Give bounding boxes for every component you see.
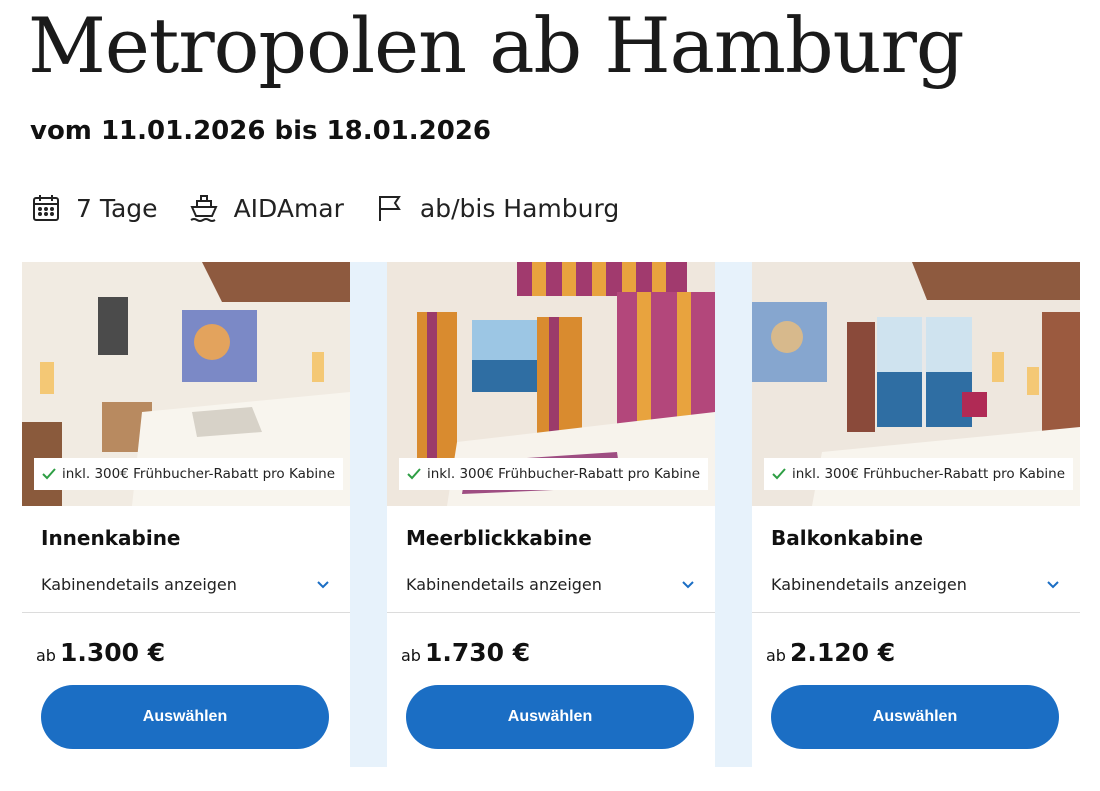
meta-route: ab/bis Hamburg — [374, 192, 619, 224]
cabin-name: Balkonkabine — [771, 526, 924, 550]
duration-label: 7 Tage — [76, 193, 158, 223]
divider — [22, 612, 350, 613]
page-title: Metropolen ab Hamburg — [28, 1, 965, 90]
discount-badge: inkl. 300€ Frühbucher-Rabatt pro Kabine — [34, 458, 344, 490]
discount-badge: inkl. 300€ Frühbucher-Rabatt pro Kabine — [764, 458, 1074, 490]
cabin-price: ab 2.120 € — [766, 638, 896, 667]
cabin-details-toggle[interactable]: Kabinendetails anzeigen — [406, 572, 696, 596]
select-button[interactable]: Auswählen — [771, 685, 1059, 749]
meta-ship: AIDAmar — [188, 192, 344, 224]
check-icon — [407, 468, 421, 480]
cabin-price: ab 1.730 € — [401, 638, 531, 667]
select-button[interactable]: Auswählen — [41, 685, 329, 749]
select-button[interactable]: Auswählen — [406, 685, 694, 749]
flag-icon — [378, 196, 401, 221]
check-icon — [772, 468, 786, 480]
cabin-details-toggle[interactable]: Kabinendetails anzeigen — [771, 572, 1061, 596]
cabin-card-meerblickkabine: inkl. 300€ Frühbucher-Rabatt pro Kabine … — [387, 262, 715, 767]
chevron-down-icon — [317, 581, 329, 589]
discount-badge: inkl. 300€ Frühbucher-Rabatt pro Kabine — [399, 458, 709, 490]
divider — [752, 612, 1080, 613]
meta-duration: 7 Tage — [30, 192, 158, 224]
cabin-card-balkonkabine: inkl. 300€ Frühbucher-Rabatt pro Kabine … — [752, 262, 1080, 767]
trip-meta: 7 Tage AIDAmar ab/bis Hamburg — [30, 188, 649, 228]
cabin-name: Meerblickkabine — [406, 526, 592, 550]
cabin-price: ab 1.300 € — [36, 638, 166, 667]
chevron-down-icon — [682, 581, 694, 589]
cabin-name: Innenkabine — [41, 526, 181, 550]
ship-label: AIDAmar — [233, 193, 344, 223]
route-label: ab/bis Hamburg — [419, 193, 620, 223]
cabin-card-innenkabine: inkl. 300€ Frühbucher-Rabatt pro Kabine … — [22, 262, 350, 767]
ship-icon — [190, 195, 218, 222]
check-icon — [42, 468, 56, 480]
divider — [387, 612, 715, 613]
cabin-details-toggle[interactable]: Kabinendetails anzeigen — [41, 572, 331, 596]
travel-dates: vom 11.01.2026 bis 18.01.2026 — [30, 116, 492, 146]
chevron-down-icon — [1047, 581, 1059, 589]
calendar-icon — [33, 195, 59, 221]
